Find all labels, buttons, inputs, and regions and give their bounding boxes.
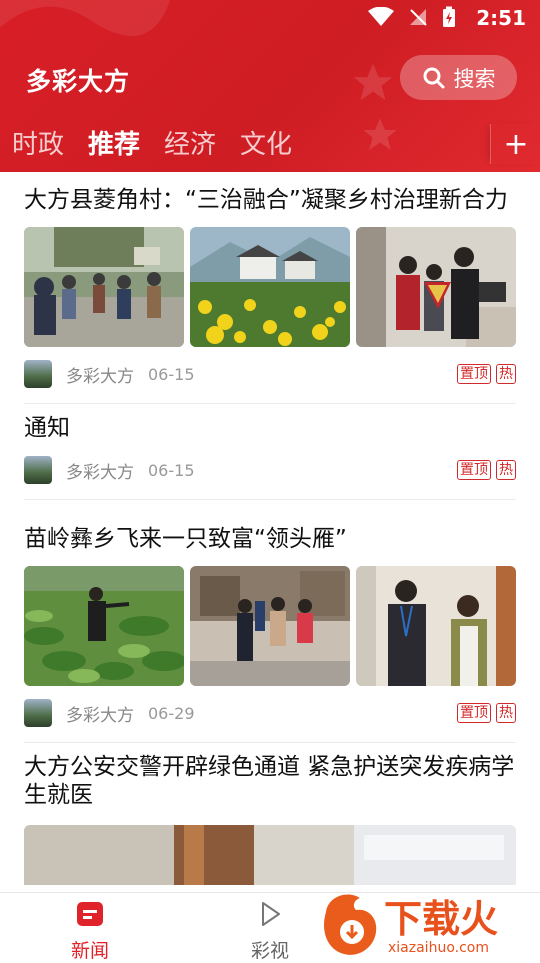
news-image — [24, 227, 184, 347]
news-image — [24, 566, 184, 686]
nav-news-label: 新闻 — [70, 940, 109, 962]
status-time: 2:51 — [476, 6, 526, 30]
search-button[interactable]: 搜索 — [400, 55, 517, 100]
news-meta: 多彩大方 06-15 置顶 热 — [24, 456, 516, 484]
news-source: 多彩大方 — [66, 705, 134, 726]
news-title: 苗岭彝乡飞来一只致富“领头雁” — [24, 526, 347, 552]
pinned-badge: 置顶 — [457, 703, 491, 723]
news-title: 通知 — [24, 415, 70, 441]
hot-badge: 热 — [496, 460, 516, 480]
news-date: 06-29 — [148, 703, 195, 723]
hot-badge: 热 — [496, 364, 516, 384]
wifi-icon — [368, 7, 394, 26]
news-image — [356, 227, 516, 347]
news-source: 多彩大方 — [66, 366, 134, 387]
news-item[interactable]: 大方县菱角村：“三治融合”凝聚乡村治理新合力 多彩大方 06-15 置顶 热 — [0, 172, 540, 388]
news-source: 多彩大方 — [66, 462, 134, 483]
source-avatar — [24, 699, 52, 727]
star-decoration-icon — [353, 63, 393, 101]
tab-recommended[interactable]: 推荐 — [88, 124, 140, 161]
no-signal-icon — [410, 9, 427, 26]
news-image — [24, 825, 516, 885]
news-image — [356, 566, 516, 686]
star-decoration-icon — [363, 118, 397, 150]
tab-culture[interactable]: 文化 — [240, 124, 292, 161]
news-image-row — [24, 227, 516, 347]
battery-charging-icon — [443, 6, 455, 27]
nav-video[interactable]: 彩视 — [230, 901, 310, 963]
source-avatar — [24, 456, 52, 484]
category-tabs: 时政 推荐 经济 文化 — [0, 118, 304, 166]
add-channel-button[interactable]: + — [490, 124, 540, 164]
news-tags: 置顶 热 — [457, 703, 516, 723]
news-icon — [77, 902, 103, 926]
nav-news[interactable]: 新闻 — [50, 901, 130, 963]
xiazaihuo-watermark-logo: 下载火 xiazaihuo.com — [324, 894, 498, 956]
hot-badge: 热 — [496, 703, 516, 723]
news-meta: 多彩大方 06-29 置顶 热 — [24, 699, 516, 727]
search-icon — [423, 67, 444, 88]
app-header: 2:51 多彩大方 搜索 时政 推荐 经济 文化 + — [0, 0, 540, 172]
pinned-badge: 置顶 — [457, 364, 491, 384]
news-image — [190, 566, 350, 686]
tab-politics[interactable]: 时政 — [12, 124, 64, 161]
news-item[interactable]: 通知 多彩大方 06-15 置顶 热 — [0, 404, 540, 484]
news-item[interactable]: 大方公安交警开辟绿色通道 紧急护送突发疾病学生就医 — [0, 743, 540, 885]
pinned-badge: 置顶 — [457, 460, 491, 480]
news-title: 大方公安交警开辟绿色通道 紧急护送突发疾病学生就医 — [24, 754, 515, 808]
news-title: 大方县菱角村：“三治融合”凝聚乡村治理新合力 — [24, 187, 508, 213]
news-feed: 大方县菱角村：“三治融合”凝聚乡村治理新合力 多彩大方 06-15 置顶 热 通… — [0, 172, 540, 892]
search-label: 搜索 — [453, 66, 496, 91]
news-tags: 置顶 热 — [457, 460, 516, 480]
status-bar: 2:51 — [0, 0, 540, 36]
svg-text:下载火: 下载火 — [384, 897, 498, 941]
news-date: 06-15 — [148, 460, 195, 480]
news-meta: 多彩大方 06-15 置顶 热 — [24, 360, 516, 388]
news-date: 06-15 — [148, 364, 195, 384]
svg-text:xiazaihuo.com: xiazaihuo.com — [388, 940, 489, 956]
news-tags: 置顶 热 — [457, 364, 516, 384]
news-image — [190, 227, 350, 347]
tab-economy[interactable]: 经济 — [164, 124, 216, 161]
news-image-row — [24, 566, 516, 686]
app-title: 多彩大方 — [26, 67, 131, 96]
news-item[interactable]: 苗岭彝乡飞来一只致富“领头雁” 多彩大方 06-29 置顶 热 — [0, 500, 540, 727]
play-icon — [262, 902, 280, 926]
nav-video-label: 彩视 — [250, 940, 289, 962]
source-avatar — [24, 360, 52, 388]
